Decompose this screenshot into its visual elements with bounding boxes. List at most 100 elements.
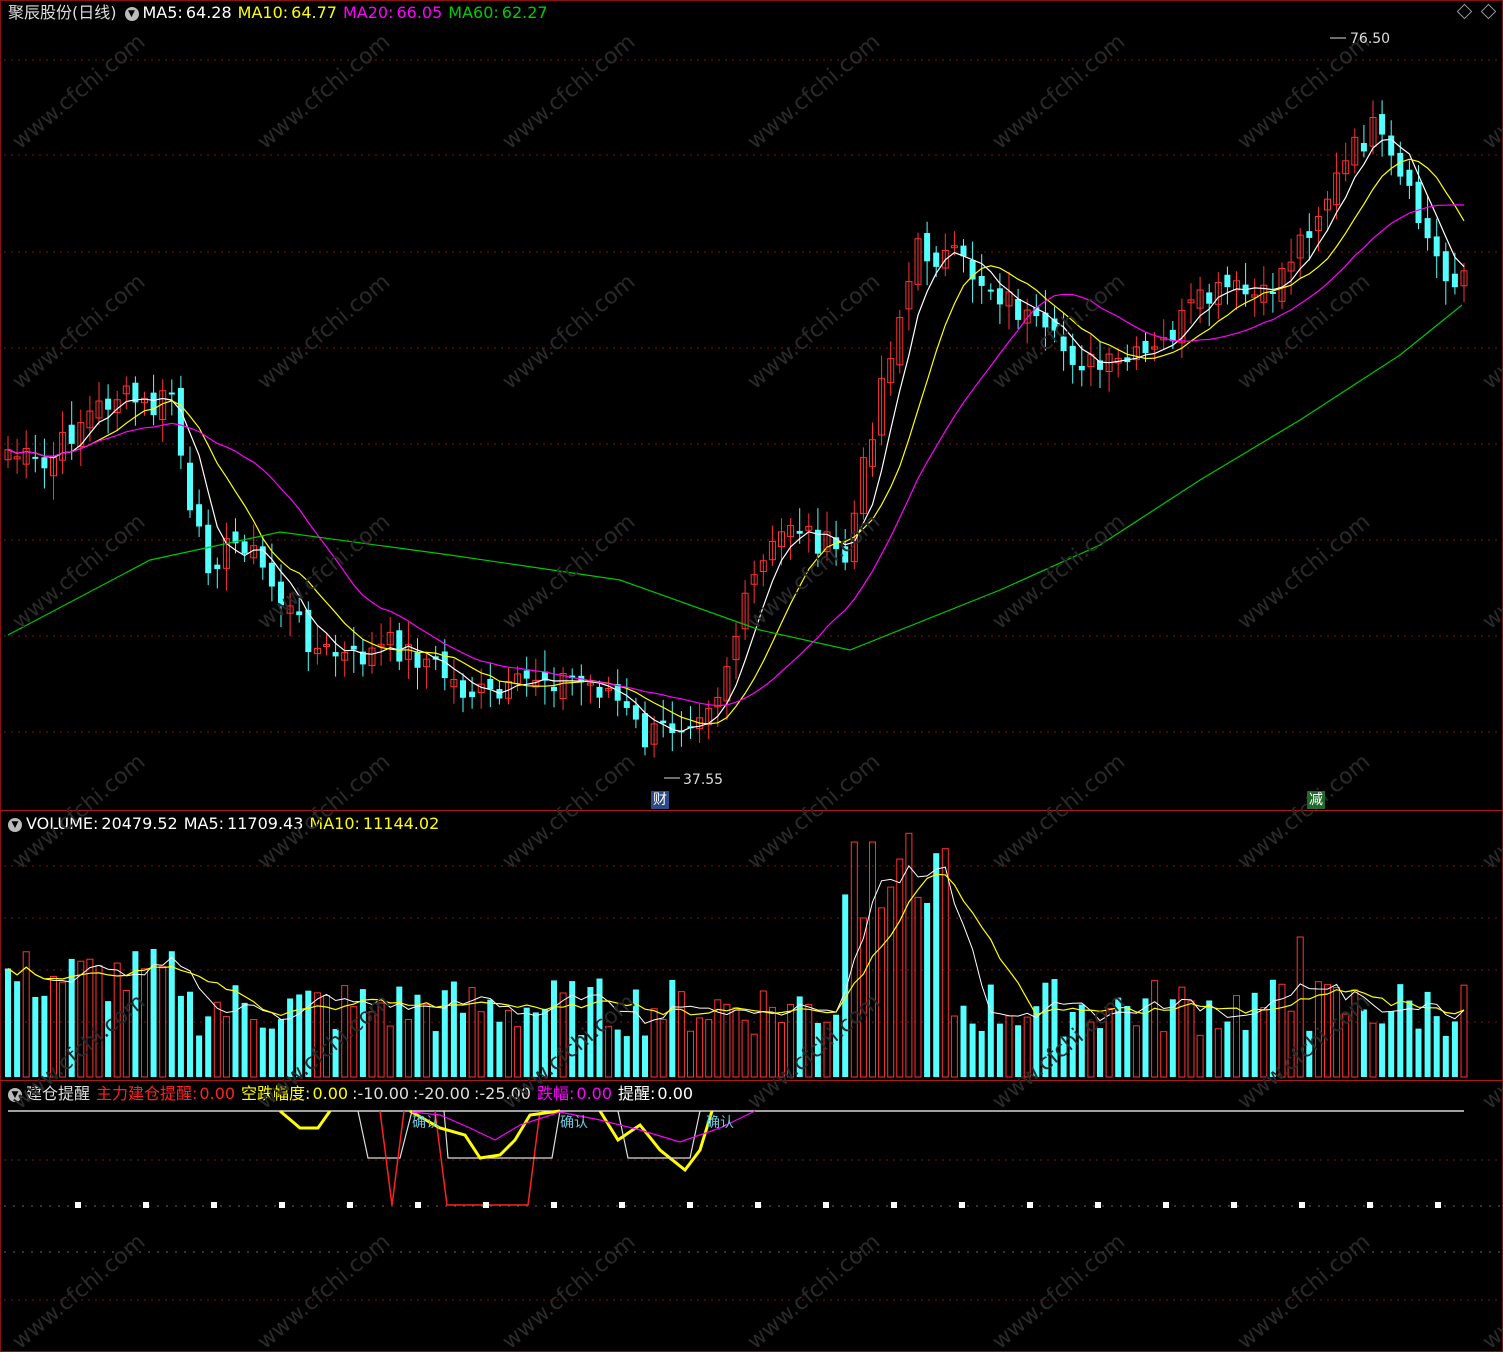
candle-body	[1379, 114, 1386, 135]
volume-bar	[642, 1035, 648, 1077]
watermark: www.cfchi.com	[498, 509, 640, 634]
volume-bar	[496, 1021, 503, 1077]
reminder-dot	[1231, 1202, 1237, 1208]
volume-bar	[213, 1001, 221, 1078]
volume-bar	[1005, 1015, 1013, 1078]
candle-body	[268, 562, 275, 587]
reminder-dot	[823, 1202, 829, 1208]
watermark: www.cfchi.com	[988, 509, 1130, 634]
confirm-tag: 确认	[412, 1115, 440, 1131]
event-mark-reduce[interactable]: 减	[1307, 791, 1325, 809]
volume-bar	[278, 1019, 284, 1077]
candle-body	[1424, 218, 1431, 239]
volume-bar	[741, 1019, 749, 1078]
watermark: www.cfchi.com	[1478, 509, 1503, 634]
drop-amplitude-line	[279, 1109, 332, 1130]
volume-bar	[723, 1003, 731, 1078]
candle-body	[623, 701, 630, 708]
watermark: www.cfchi.com	[1478, 1229, 1503, 1352]
volume-bar	[950, 1015, 958, 1078]
candle-body	[41, 457, 48, 469]
volume-bar	[222, 1016, 230, 1078]
volume-ma5-line	[7, 865, 1465, 1024]
reminder-dot	[959, 1202, 965, 1208]
volume-bar	[22, 951, 30, 1078]
candle-body	[1069, 345, 1076, 365]
volume-ma10-line	[7, 873, 1465, 1017]
candle-body	[978, 276, 985, 286]
candle-body	[350, 645, 357, 650]
volume-bar	[187, 991, 193, 1077]
volume-bar	[386, 1025, 394, 1078]
candle-body	[969, 260, 976, 280]
reminder-dot	[1299, 1202, 1305, 1208]
volume-bar	[614, 1029, 621, 1077]
volume-bar	[914, 896, 922, 1078]
volume-bar	[768, 1006, 776, 1078]
reminder-dot	[1163, 1202, 1169, 1208]
volume-bar	[1369, 1022, 1377, 1078]
volume-bar	[1224, 1021, 1231, 1077]
candle-body	[187, 462, 193, 511]
volume-bar	[933, 853, 940, 1077]
candle-body	[796, 530, 803, 534]
watermark: www.cfchi.com	[1478, 269, 1503, 394]
candle-body	[1269, 291, 1276, 294]
watermark: www.cfchi.com	[253, 269, 395, 394]
volume-bar	[941, 848, 949, 1078]
volume-bar	[1124, 1005, 1131, 1077]
candle-body	[1406, 169, 1413, 186]
drop-amplitude-line	[598, 1110, 714, 1173]
volume-bar	[677, 991, 685, 1078]
volume-bar	[259, 1027, 266, 1077]
volume-bar	[1397, 984, 1404, 1077]
candle-body	[460, 680, 466, 698]
candle-body	[68, 424, 75, 444]
volume-bar	[1151, 980, 1159, 1078]
watermark: www.cfchi.com	[988, 749, 1130, 874]
candle-body	[551, 686, 557, 692]
volume-bar	[423, 1004, 431, 1078]
volume-bar	[1460, 984, 1468, 1078]
candle-body	[1360, 143, 1367, 152]
candle-body	[469, 691, 476, 698]
volume-bar	[5, 968, 11, 1077]
volume-bar	[268, 1028, 275, 1077]
volume-bar	[1388, 1011, 1395, 1077]
volume-bar	[924, 902, 931, 1077]
volume-bar	[168, 951, 175, 1077]
reminder-dot	[891, 1202, 897, 1208]
reminder-dot	[687, 1202, 693, 1208]
reminder-dot	[279, 1202, 285, 1208]
volume-bar	[978, 1030, 985, 1077]
volume-bar	[696, 1017, 704, 1078]
candle-body	[632, 705, 639, 720]
event-mark-finance[interactable]: 财	[651, 791, 669, 809]
reminder-dot	[483, 1202, 489, 1208]
watermark: www.cfchi.com	[498, 749, 640, 874]
volume-bar	[1206, 1000, 1213, 1077]
candle-body	[924, 233, 931, 262]
candle-body	[933, 252, 940, 267]
volume-bar	[14, 981, 21, 1077]
watermark: www.cfchi.com	[988, 1229, 1130, 1352]
reminder-dot	[1095, 1202, 1101, 1208]
candle-body	[150, 392, 157, 416]
volume-bar	[1379, 1023, 1386, 1077]
watermark: www.cfchi.com	[253, 1229, 395, 1352]
candle-body	[1415, 181, 1422, 224]
chart-canvas[interactable]: www.cfchi.com www.cfchi.com www.cfchi.com w…	[0, 0, 1503, 1352]
watermark: www.cfchi.com	[8, 509, 150, 634]
volume-bar	[523, 1007, 530, 1077]
volume-bar	[896, 858, 904, 1078]
watermark: www.cfchi.com	[988, 29, 1130, 154]
candle-body	[996, 288, 1003, 305]
candle-body	[105, 398, 112, 410]
volume-bar	[1187, 1000, 1195, 1078]
volume-bar	[1451, 1021, 1458, 1077]
volume-bar	[1169, 999, 1176, 1077]
candle-body	[1442, 251, 1449, 282]
watermark: www.cfchi.com	[8, 269, 150, 394]
volume-bar	[460, 1012, 466, 1077]
candle-body	[487, 678, 494, 690]
